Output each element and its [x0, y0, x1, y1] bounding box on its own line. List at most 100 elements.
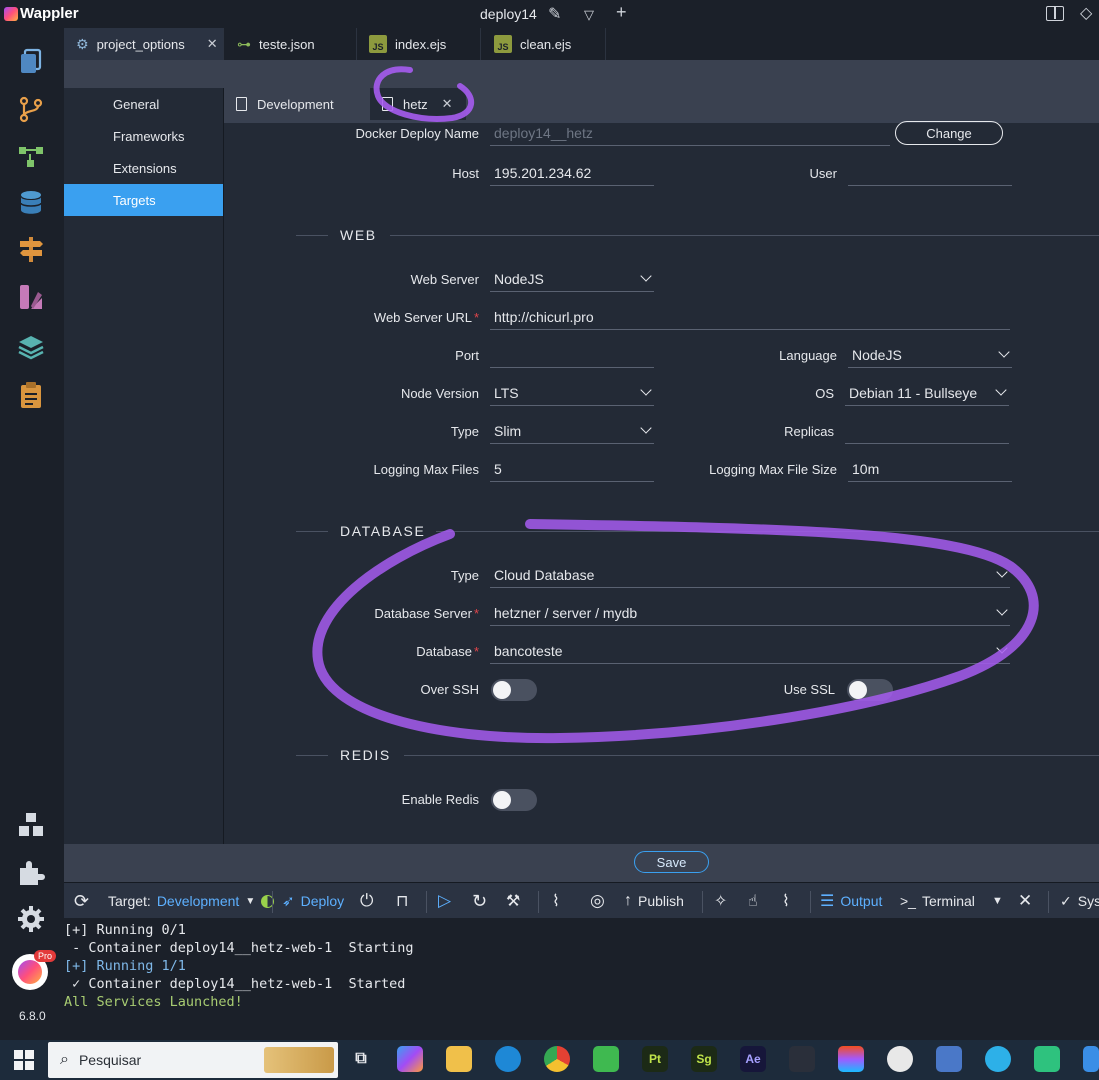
nav-targets[interactable]: Targets [64, 184, 223, 216]
database-select[interactable]: bancoteste [490, 638, 1010, 664]
editor-app-icon[interactable] [593, 1046, 619, 1072]
web-server-select[interactable]: NodeJS [490, 266, 654, 292]
add-project-icon[interactable]: + [616, 2, 627, 23]
file-explorer-icon[interactable] [446, 1046, 472, 1072]
theme-drop-icon[interactable]: ◇ [1080, 3, 1092, 23]
thumbs-up-icon[interactable]: ☝ [748, 883, 758, 919]
search-highlight-image [264, 1047, 334, 1073]
required-asterisk: * [473, 644, 479, 659]
taskbar-search-box[interactable]: ⌕ Pesquisar [48, 1042, 338, 1078]
design-tools-icon[interactable] [14, 280, 48, 314]
tab-teste-json[interactable]: ⊶ teste.json [225, 28, 357, 60]
settings-gear-icon[interactable] [14, 902, 48, 936]
target-selector[interactable]: Target: Development ▼ [108, 883, 275, 919]
designer-app-icon[interactable]: Sg [691, 1046, 717, 1072]
resolve-app-icon[interactable] [789, 1046, 815, 1072]
brush-icon[interactable]: ⌇ [782, 883, 790, 919]
windows-start-icon[interactable] [14, 1050, 34, 1070]
layout-split-icon[interactable] [1046, 6, 1064, 21]
document-icon [236, 97, 247, 111]
enable-redis-label: Enable Redis [401, 792, 479, 807]
database-server-select[interactable]: hetzner / server / mydb [490, 600, 1010, 626]
terminal-line: [+] Running 0/1 [64, 922, 186, 938]
select-value: NodeJS [852, 346, 902, 363]
figma-icon[interactable] [838, 1046, 864, 1072]
overflow-app-icon[interactable] [1083, 1046, 1099, 1072]
restart-icon[interactable]: ↻ [472, 883, 487, 919]
files-icon[interactable] [14, 44, 48, 78]
section-redis-title: REDIS [340, 747, 391, 763]
network-app-icon[interactable] [936, 1046, 962, 1072]
close-tab-icon[interactable]: ✕ [207, 36, 218, 52]
git-branch-icon[interactable] [14, 92, 48, 126]
replicas-input[interactable] [845, 418, 1009, 444]
publish-button[interactable]: ↑ Publish [624, 883, 684, 919]
tab-index-ejs[interactable]: JS index.ejs [357, 28, 481, 60]
database-icon[interactable] [14, 186, 48, 220]
rocket-icon: ➶ [282, 893, 295, 910]
enable-redis-toggle[interactable] [491, 789, 537, 811]
clean-brush-icon[interactable]: ⌇ [552, 883, 560, 919]
check-circle-icon[interactable]: ◎ [590, 883, 605, 919]
nav-frameworks[interactable]: Frameworks [64, 120, 223, 152]
os-select[interactable]: Debian 11 - Bullseye [845, 380, 1009, 406]
tab-clean-ejs[interactable]: JS clean.ejs [482, 28, 606, 60]
docker-deploy-name-input[interactable]: deploy14__hetz [490, 120, 890, 146]
language-select[interactable]: NodeJS [848, 342, 1012, 368]
deploy-button[interactable]: ➶ Deploy [282, 883, 344, 919]
tab-target-hetz[interactable]: hetz ✕ [370, 88, 466, 120]
copilot-icon[interactable] [397, 1046, 423, 1072]
clipboard-tasks-icon[interactable] [14, 378, 48, 412]
close-panel-icon[interactable]: ✕ [1018, 883, 1032, 919]
use-ssl-toggle[interactable] [847, 679, 893, 701]
output-tab[interactable]: ☰ Output [820, 883, 882, 919]
save-button[interactable]: Save [634, 851, 709, 873]
user-input[interactable] [848, 160, 1012, 186]
close-tab-icon[interactable]: ✕ [442, 96, 453, 112]
tab-label: clean.ejs [520, 36, 572, 52]
routing-signpost-icon[interactable] [14, 232, 48, 266]
rename-pencil-icon[interactable]: ✎ [548, 4, 561, 24]
web-server-url-input[interactable]: http://chicurl.pro [490, 304, 1010, 330]
ai-sparkle-icon[interactable]: ✧ [714, 883, 727, 919]
terminal-dropdown-icon[interactable]: ▼ [992, 883, 1003, 919]
vpn-app-icon[interactable] [1034, 1046, 1060, 1072]
painter-app-icon[interactable]: Pt [642, 1046, 668, 1072]
database-type-select[interactable]: Cloud Database [490, 562, 1010, 588]
change-button[interactable]: Change [895, 121, 1003, 145]
chrome-browser-icon[interactable] [544, 1046, 570, 1072]
arrow-up-icon: ↑ [624, 892, 632, 909]
terminal-tab[interactable]: >_ Terminal [900, 883, 975, 919]
after-effects-icon[interactable]: Ae [740, 1046, 766, 1072]
output-terminal[interactable]: [+] Running 0/1 - Container deploy14__he… [64, 918, 1099, 1040]
wappler-pro-avatar[interactable]: Pro [12, 950, 57, 990]
logging-max-files-label: Logging Max Files [373, 462, 480, 477]
edge-browser-icon[interactable] [495, 1046, 521, 1072]
chevron-down-icon [640, 270, 652, 282]
task-view-icon[interactable]: ⧉ [348, 1046, 374, 1072]
tab-target-development[interactable]: Development [224, 88, 370, 120]
power-icon[interactable]: ⏻ [360, 883, 373, 919]
sys-check-button[interactable]: ✓ Sys [1060, 883, 1099, 919]
nav-extensions[interactable]: Extensions [64, 152, 223, 184]
sys-label: Sys [1077, 893, 1099, 909]
tab-project-options[interactable]: ⚙ project_options ✕ [64, 28, 224, 60]
terminal-line: All Services Launched! [64, 994, 243, 1010]
project-dropdown-icon[interactable]: ▽ [584, 7, 594, 23]
project-title: deploy14 [480, 6, 537, 22]
terminal-line: [+] Running 1/1 [64, 958, 186, 974]
nav-general[interactable]: General [64, 88, 223, 120]
run-play-icon[interactable]: ▷ [438, 883, 451, 919]
puzzle-icon[interactable] [14, 856, 48, 890]
over-ssh-toggle[interactable] [491, 679, 537, 701]
bookmark-icon[interactable]: ⊓ [396, 883, 408, 919]
extensions-packages-icon[interactable] [14, 808, 48, 842]
cloud-app-icon[interactable] [985, 1046, 1011, 1072]
refresh-icon[interactable]: ⟳ [74, 883, 89, 919]
server-connect-icon[interactable] [14, 140, 48, 174]
logging-max-file-size-input[interactable]: 10m [848, 456, 1012, 482]
character-app-icon[interactable] [887, 1046, 913, 1072]
label-text: Database [416, 644, 472, 659]
layers-icon[interactable] [14, 330, 48, 364]
build-tools-icon[interactable]: ⚒ [506, 883, 520, 919]
